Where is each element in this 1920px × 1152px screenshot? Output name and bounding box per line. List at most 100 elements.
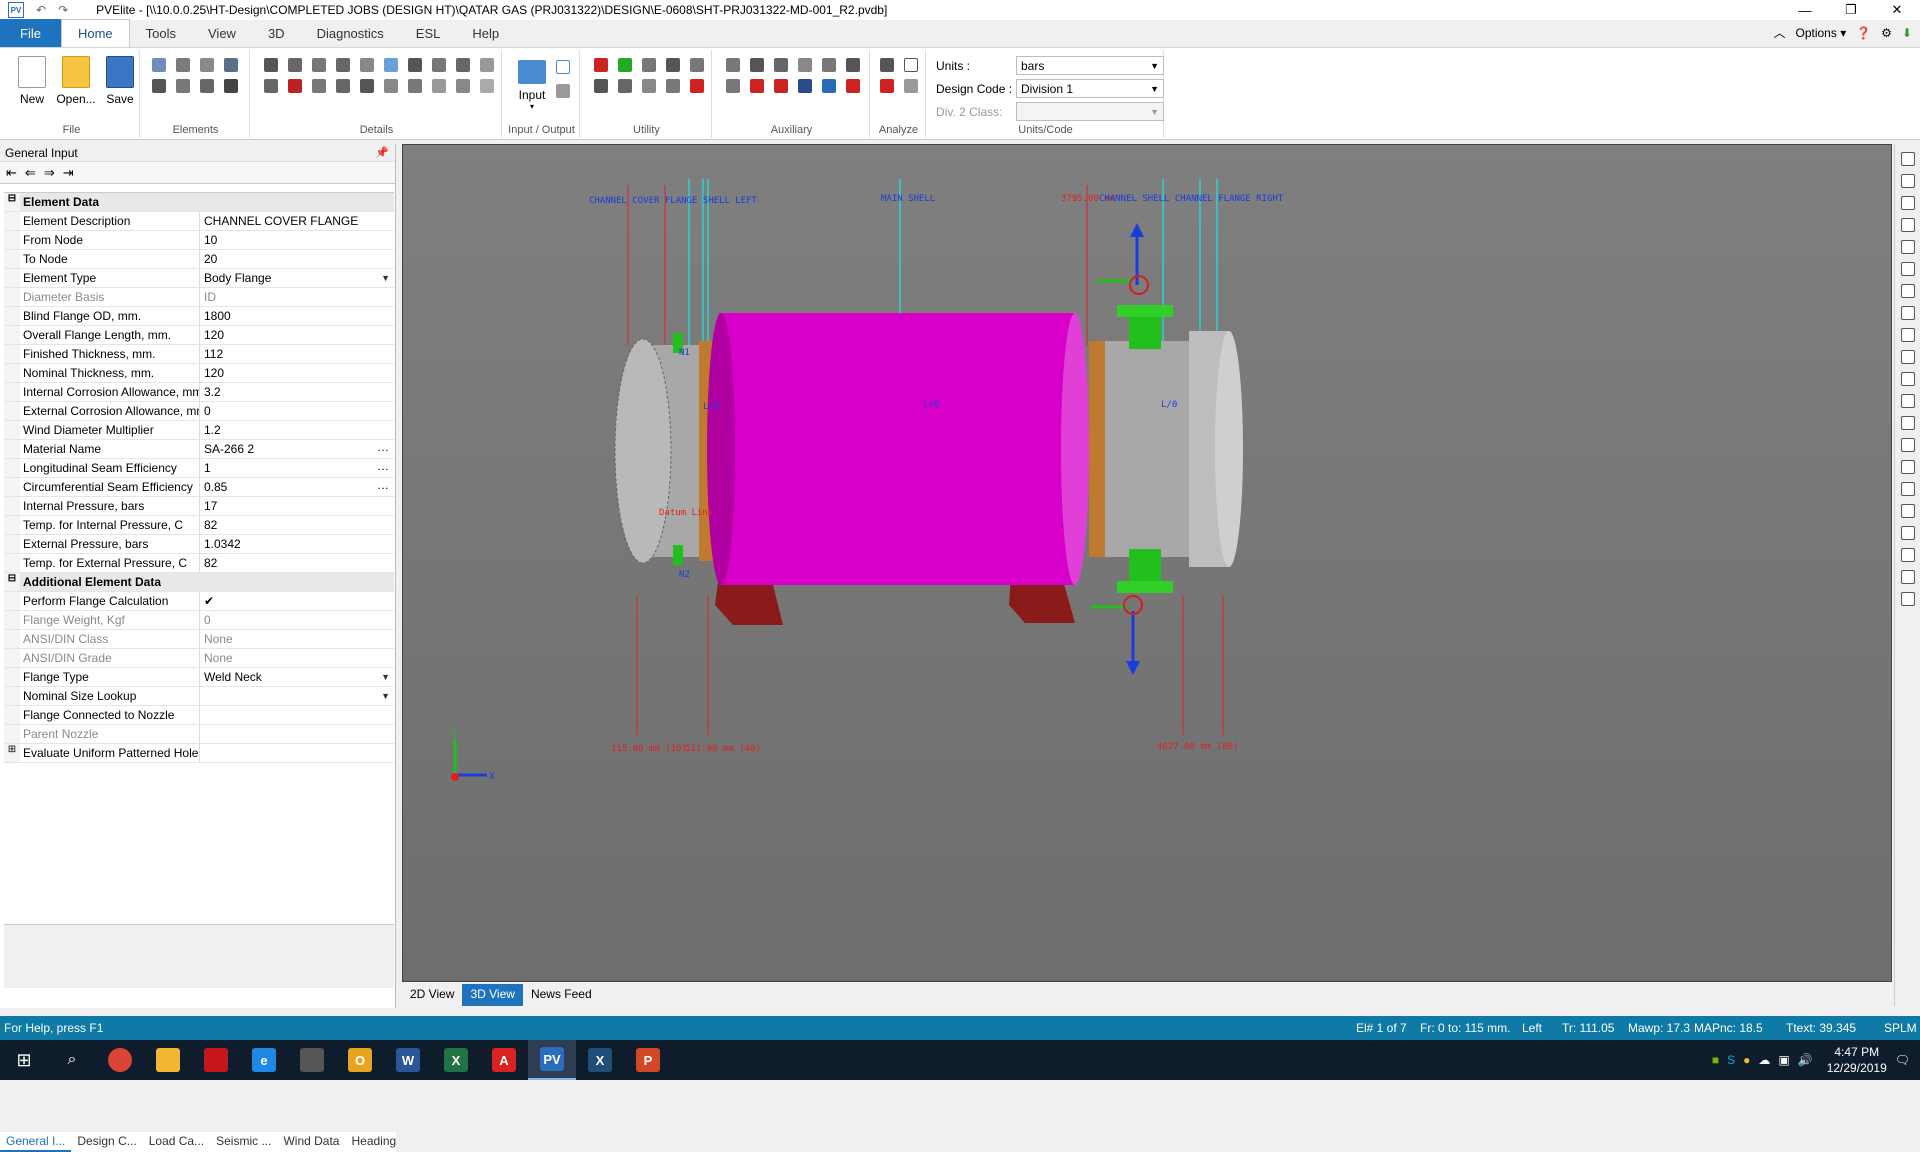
property-value[interactable]: 3.2 [200, 383, 394, 401]
aux-icon-9[interactable] [774, 79, 788, 93]
property-row[interactable]: Flange Weight, Kgf 0 [4, 611, 394, 630]
next-element-icon[interactable]: ⇒ [44, 165, 55, 181]
expand-icon[interactable]: ⊞ [4, 744, 20, 762]
property-value[interactable]: 112 [200, 345, 394, 363]
input-tab[interactable]: Seismic ... [210, 1132, 277, 1152]
property-row[interactable]: Blind Flange OD, mm. 1800 [4, 307, 394, 326]
tab-esl[interactable]: ESL [400, 19, 457, 47]
dropdown-arrow-icon[interactable]: ▼ [381, 687, 390, 705]
reset-icon[interactable] [1900, 592, 1915, 606]
collapse-icon[interactable]: ⊟ [4, 193, 20, 211]
property-row[interactable]: Material Name SA-266 2… [4, 440, 394, 459]
taskbar-acrobat-reader[interactable]: A [480, 1040, 528, 1080]
property-value[interactable]: 0 [200, 402, 394, 420]
input-tab[interactable]: Heading [345, 1132, 402, 1152]
taskbar-acrobat[interactable] [192, 1040, 240, 1080]
platform-icon[interactable] [360, 58, 374, 72]
aux-icon-11[interactable] [822, 79, 836, 93]
dropdown-arrow-icon[interactable]: ▼ [381, 668, 390, 686]
insulation-icon[interactable] [480, 58, 494, 72]
pan-icon[interactable] [1900, 438, 1915, 452]
property-row[interactable]: Parent Nozzle [4, 725, 394, 744]
lining-icon[interactable] [336, 79, 350, 93]
property-value[interactable]: Weld Neck ▼ [200, 668, 394, 686]
aux-icon-4[interactable] [798, 58, 812, 72]
property-row[interactable]: Element Type Body Flange ▼ [4, 269, 394, 288]
input-tab[interactable]: Load Ca... [143, 1132, 210, 1152]
property-value[interactable]: SA-266 2… [200, 440, 394, 458]
aux-icon-5[interactable] [822, 58, 836, 72]
first-element-icon[interactable]: ⇤ [6, 165, 17, 181]
div2-class-combo[interactable]: ▼ [1016, 102, 1164, 121]
property-row[interactable]: Temp. for Internal Pressure, C 82 [4, 516, 394, 535]
start-button[interactable]: ⊞ [0, 1040, 48, 1080]
dropdown-arrow-icon[interactable]: ▼ [381, 269, 390, 287]
link-icon[interactable] [690, 58, 704, 72]
property-value[interactable]: 1.2 [200, 421, 394, 439]
saddle-icon[interactable] [408, 58, 422, 72]
zoom-extents-icon[interactable] [1900, 372, 1915, 386]
property-row[interactable]: Diameter Basis ID [4, 288, 394, 307]
download-icon[interactable]: ⬇ [1902, 26, 1912, 40]
output-icon[interactable] [556, 84, 570, 98]
aux-icon-1[interactable] [726, 58, 740, 72]
property-row[interactable]: Longitudinal Seam Efficiency 1… [4, 459, 394, 478]
property-row[interactable]: From Node 10 [4, 231, 394, 250]
torispherical-icon[interactable] [176, 79, 190, 93]
tab-help[interactable]: Help [456, 19, 515, 47]
taskbar-excel[interactable]: X [432, 1040, 480, 1080]
tab-tools[interactable]: Tools [130, 19, 192, 47]
aux-icon-6[interactable] [846, 58, 860, 72]
tab-2d-view[interactable]: 2D View [402, 984, 462, 1006]
view-iso-3-icon[interactable] [1900, 328, 1915, 342]
property-value[interactable]: 120 [200, 364, 394, 382]
property-value[interactable]: 0 [200, 611, 394, 629]
pdf-icon[interactable] [846, 79, 860, 93]
render-mode-icon[interactable] [1900, 548, 1915, 562]
skype-icon[interactable]: S [1727, 1053, 1735, 1067]
stiffening-ring-icon[interactable] [264, 58, 278, 72]
property-value[interactable]: 17 [200, 497, 394, 515]
view-front-icon[interactable] [1900, 152, 1915, 166]
utility-icon-1[interactable] [594, 58, 608, 72]
input-button[interactable]: Input ▾ [510, 60, 554, 111]
view-top-icon[interactable] [1900, 196, 1915, 210]
property-value[interactable]: ▼ [200, 687, 394, 705]
property-row[interactable]: Nominal Thickness, mm. 120 [4, 364, 394, 383]
view-bottom-icon[interactable] [1900, 218, 1915, 232]
cc-icon[interactable] [556, 60, 570, 74]
close-button[interactable]: ✕ [1874, 0, 1920, 20]
property-row[interactable]: Overall Flange Length, mm. 120 [4, 326, 394, 345]
force-moment-icon[interactable] [336, 58, 350, 72]
taskbar-outlook[interactable]: O [336, 1040, 384, 1080]
view-iso-1-icon[interactable] [1900, 284, 1915, 298]
packing-icon[interactable] [384, 58, 398, 72]
support-icon[interactable] [432, 79, 446, 93]
input-tab[interactable]: Wind Data [277, 1132, 345, 1152]
category-element-data[interactable]: ⊟ Element Data [4, 193, 394, 212]
save-button[interactable]: Save [98, 56, 142, 106]
property-row[interactable]: Wind Diameter Multiplier 1.2 [4, 421, 394, 440]
property-value[interactable] [200, 706, 394, 724]
spherical-icon[interactable] [224, 79, 238, 93]
property-value[interactable]: 0.85… [200, 478, 394, 496]
cylinder-icon[interactable] [152, 58, 166, 72]
property-value[interactable]: CHANNEL COVER FLANGE [200, 212, 394, 230]
property-value[interactable]: None [200, 649, 394, 667]
tab-3d[interactable]: 3D [252, 19, 301, 47]
utility-icon-10[interactable] [690, 79, 704, 93]
utility-icon-7[interactable] [618, 79, 632, 93]
view-iso-4-icon[interactable] [1900, 350, 1915, 364]
hide-icon[interactable] [1900, 570, 1915, 584]
zoom-icon[interactable] [666, 58, 680, 72]
leg-icon[interactable] [264, 79, 278, 93]
select-icon[interactable] [1900, 482, 1915, 496]
property-row[interactable]: Internal Corrosion Allowance, mm 3.2 [4, 383, 394, 402]
norton-icon[interactable]: ● [1743, 1053, 1750, 1067]
view-right-icon[interactable] [1900, 262, 1915, 276]
report-icon[interactable] [904, 58, 918, 72]
property-row[interactable]: Finished Thickness, mm. 112 [4, 345, 394, 364]
property-row[interactable]: ANSI/DIN Grade None [4, 649, 394, 668]
new-button[interactable]: New [10, 56, 54, 106]
collapse-icon[interactable]: ⊟ [4, 573, 20, 591]
